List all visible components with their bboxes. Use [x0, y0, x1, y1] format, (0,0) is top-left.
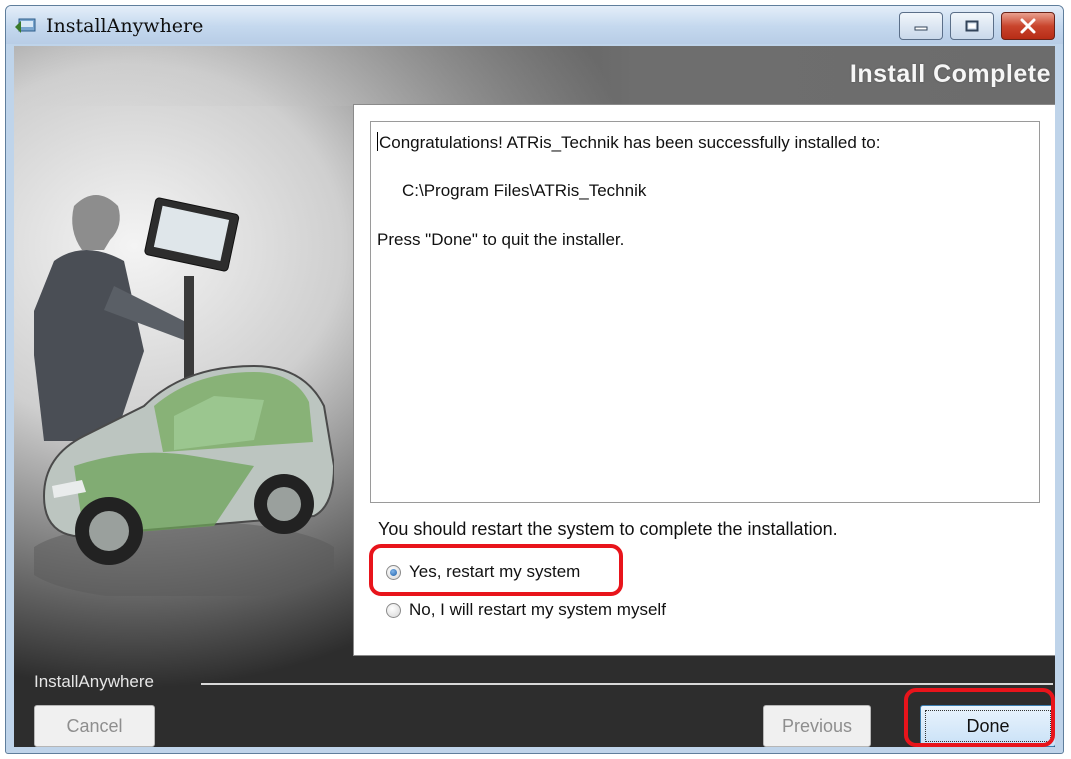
step-title: Install Complete: [849, 60, 1051, 88]
installanywhere-brand: InstallAnywhere: [34, 672, 155, 691]
highlight-yes-option: [369, 544, 623, 596]
cancel-label: Cancel: [66, 715, 123, 736]
window-title: InstallAnywhere: [46, 15, 204, 37]
message-box[interactable]: Congratulations! ATRis_Technik has been …: [370, 121, 1040, 503]
install-path: C:\Program Files\ATRis_Technik: [402, 181, 647, 200]
minimize-icon: [914, 26, 928, 31]
previous-label: Previous: [781, 715, 853, 736]
message-line-3: Press "Done" to quit the installer.: [377, 230, 625, 249]
maximize-icon: [965, 20, 979, 32]
close-button[interactable]: [1001, 12, 1055, 40]
installer-window: InstallAnywhere Install Complete Congrat…: [5, 5, 1064, 754]
previous-button[interactable]: Previous: [763, 705, 871, 747]
text-caret: [377, 132, 378, 151]
mechanic-car-illustration: [34, 195, 334, 596]
message-line-1: Congratulations! ATRis_Technik has been …: [377, 132, 880, 153]
close-icon: [1020, 18, 1036, 34]
cancel-button[interactable]: Cancel: [34, 705, 155, 747]
title-bar[interactable]: InstallAnywhere: [6, 6, 1063, 44]
restart-no-label: No, I will restart my system myself: [409, 600, 666, 619]
highlight-done-button: [904, 688, 1055, 747]
installer-app-icon: [15, 17, 37, 34]
brand-divider: [201, 683, 1053, 685]
content-panel: Congratulations! ATRis_Technik has been …: [353, 104, 1055, 656]
restart-prompt: You should restart the system to complet…: [378, 519, 838, 539]
minimize-button[interactable]: [899, 12, 943, 40]
installer-body: Install Complete Congratulations! ATRis_…: [14, 46, 1055, 747]
restart-no-option[interactable]: No, I will restart my system myself: [386, 597, 666, 623]
maximize-button[interactable]: [950, 12, 994, 40]
message-line-1-text: Congratulations! ATRis_Technik has been …: [379, 133, 881, 152]
radio-unchecked-icon[interactable]: [386, 602, 401, 618]
